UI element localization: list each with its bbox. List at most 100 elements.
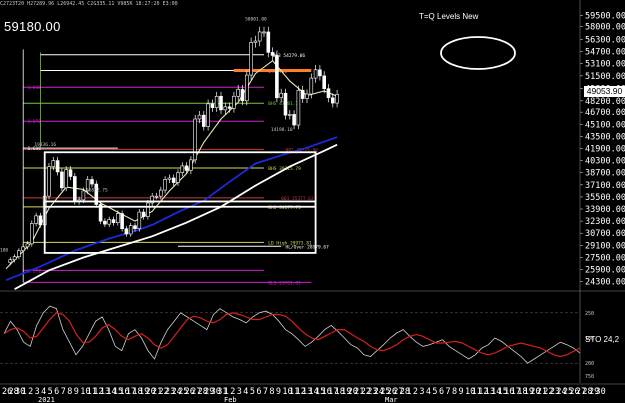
date-tick-label: 4 [426,387,431,397]
candle-body [81,190,86,201]
date-tick-label: 4 [243,387,248,397]
date-tick-label: 6 [54,387,59,397]
price-tick-label: 48200.00 [585,97,625,107]
price-tick-label: 29100.00 [585,241,625,251]
osc-tick-label: 750 [585,374,594,380]
candle-body [318,69,322,77]
candle-body [236,89,240,97]
candle-body [322,75,327,90]
candle-body [232,95,236,109]
month-label: Feb [224,396,237,403]
price-tick-label: 32300.00 [585,217,625,227]
candle-body [206,103,210,127]
candle-body [219,95,223,111]
osc-tick-label: 250 [585,311,594,317]
price-tick-label: 27500.00 [585,253,625,263]
candle-body [159,189,163,197]
price-tick-label: 56300.00 [585,36,625,46]
candle-body [227,106,232,109]
candle-body [141,211,146,217]
oscillator-panel: 250100200750 [0,305,594,380]
candle-body [171,177,176,183]
date-tick-label: 6 [256,387,261,397]
candle-body [163,179,167,191]
price-tick-label: 54700.00 [585,48,625,58]
candle-body [128,225,133,235]
oscillator-label: STO 24,2 [585,335,620,344]
price-tick-label: 33900.00 [585,205,625,215]
candle-body [189,159,193,171]
level-label: BH3 34177.73 [268,205,301,211]
level-label: HL/Over 28979.67 [286,244,330,250]
candle-body [133,225,137,230]
date-tick-label: 7 [263,387,268,397]
candle-body [249,42,253,76]
price-tick-label: 46700.00 [585,108,625,118]
stoch-k-line [3,305,581,364]
price-tick-label: 37100.00 [585,181,625,191]
candle-body [73,176,77,202]
candle-body [257,31,262,42]
date-tick-label: 8 [269,387,274,397]
date-tick-label: 2 [28,387,33,397]
candle-body [47,166,51,197]
price-annotation: 58001.00 [245,17,267,23]
candle-body [167,177,172,180]
date-tick-label: 5 [250,387,255,397]
price-annotation: 19336.16 [34,142,56,148]
candle-body [214,95,219,108]
candle-body [146,202,150,217]
price-chart[interactable]: 003 54279.060473.501.618BHS 47881.711.27… [0,0,625,403]
level-label: BL3 23701.81 [268,280,301,286]
date-tick-label: 8 [452,387,457,397]
candle-body [309,77,314,95]
candle-body [12,256,17,261]
candles-layer [8,26,339,266]
candle-body [193,118,197,161]
candle-body [305,93,309,99]
candle-body [124,228,129,235]
candle-body [176,172,180,183]
candle-body [300,89,305,99]
price-tick-label: 38700.00 [585,169,625,179]
candle-body [184,165,189,171]
candle-body [266,31,271,53]
price-tick-label: 30700.00 [585,229,625,239]
date-tick-label: 5 [432,387,437,397]
candle-body [210,103,215,108]
price-annotation: 180 [0,247,8,253]
candle-body [330,97,335,104]
last-price-label: 49053.90 [584,86,625,97]
candle-body [253,40,258,43]
zone-box [43,200,317,208]
price-tick-label: 45100.00 [585,120,625,130]
ma-fast-line [5,59,338,270]
candle-body [313,69,318,79]
date-tick-label: 2 [413,387,418,397]
level-label: 1.618 [28,85,42,91]
highlight-ellipse [440,36,516,70]
price-annotation: 56882.75 [86,188,108,194]
candle-body [202,114,206,127]
candle-body [292,114,296,126]
month-label: 2021 [38,396,55,403]
candle-body [51,160,56,167]
moving-averages-layer [5,59,338,290]
candle-body [275,55,279,99]
candle-body [223,106,228,111]
candle-body [107,219,111,225]
date-tick-label: 9 [276,387,281,397]
price-tick-label: 58000.00 [585,23,625,33]
candle-body [21,246,26,251]
candle-body [90,179,94,185]
candle-body [296,89,301,126]
price-tick-label: 59500.00 [585,11,625,21]
candle-body [283,92,288,116]
date-tick-label: 6 [439,387,444,397]
level-lines-layer: 003 54279.060473.501.618BHS 47881.711.27… [22,49,330,286]
date-tick-label: 1 [406,387,411,397]
candle-body [245,74,249,102]
date-tick-label: 30 [595,387,605,397]
candle-body [197,114,202,120]
candle-body [25,243,30,248]
